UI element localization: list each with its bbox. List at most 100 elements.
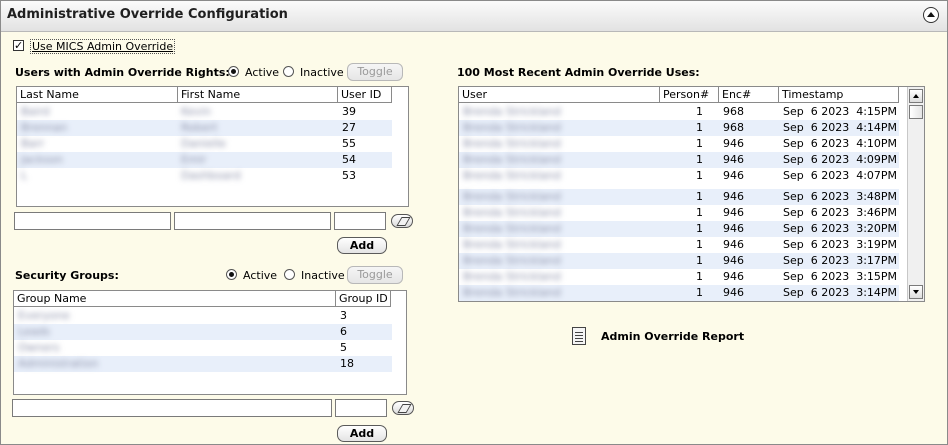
groups-active-label: Active (243, 269, 278, 282)
group-id: 18 (340, 357, 354, 370)
eraser-icon[interactable] (392, 401, 414, 415)
report-icon[interactable] (572, 327, 586, 345)
groups-active-radio[interactable] (226, 269, 237, 280)
recent-person: 1 (696, 238, 703, 251)
groups-name-input[interactable] (12, 399, 332, 417)
recent-timestamp: Sep 6 2023 3:17PM (783, 254, 898, 267)
recent-timestamp: Sep 6 2023 3:46PM (783, 206, 898, 219)
recent-enc: 946 (723, 254, 744, 267)
table-row[interactable]: Everyone 3 (14, 308, 392, 324)
recent-enc: 946 (723, 238, 744, 251)
table-row[interactable]: Brenda Strickland 1 946 Sep 6 2023 3:15PM (459, 269, 899, 285)
recent-timestamp: Sep 6 2023 4:15PM (783, 105, 898, 118)
table-row[interactable]: Barr Danielle 55 (17, 136, 392, 152)
group-name: Leads (18, 325, 51, 338)
groups-inactive-label: Inactive (301, 269, 345, 282)
table-row[interactable]: Administration 18 (14, 356, 392, 372)
recent-timestamp: Sep 6 2023 4:09PM (783, 153, 898, 166)
table-row[interactable]: Baird Kevin 39 (17, 104, 392, 120)
recent-user: Brenda Strickland (463, 222, 561, 235)
recent-user: Brenda Strickland (463, 153, 561, 166)
table-row[interactable]: Jackson Emir 54 (17, 152, 392, 168)
group-id: 3 (340, 309, 347, 322)
recent-person: 1 (696, 105, 703, 118)
recent-timestamp: Sep 6 2023 3:19PM (783, 238, 898, 251)
recent-enc: 946 (723, 169, 744, 182)
recent-user: Brenda Strickland (463, 169, 561, 182)
table-row[interactable]: Brenda Strickland 1 946 Sep 6 2023 4:10PM (459, 136, 899, 152)
table-row[interactable]: Brennan Robert 27 (17, 120, 392, 136)
users-add-button[interactable]: Add (337, 237, 387, 254)
table-row[interactable]: Owners 5 (14, 340, 392, 356)
panel-header: Administrative Override Configuration (1, 1, 947, 32)
recent-col-user[interactable]: User (459, 87, 660, 103)
table-row[interactable]: Brenda Strickland 1 968 Sep 6 2023 4:15PM (459, 104, 899, 120)
table-row[interactable]: Brenda Strickland 1 946 Sep 6 2023 3:46PM (459, 205, 899, 221)
groups-id-input[interactable] (335, 399, 387, 417)
recent-user: Brenda Strickland (463, 105, 561, 118)
table-row[interactable]: Brenda Strickland 1 946 Sep 6 2023 4:09PM (459, 152, 899, 168)
recent-person: 1 (696, 121, 703, 134)
scroll-up-arrow-icon[interactable] (909, 89, 923, 103)
user-id: 54 (342, 153, 356, 166)
groups-col-group-name[interactable]: Group Name (14, 291, 336, 307)
admin-override-checkbox-label[interactable]: Use MICS Admin Override (30, 39, 176, 54)
users-col-last-name[interactable]: Last Name (17, 87, 178, 103)
users-col-first-name[interactable]: First Name (178, 87, 338, 103)
table-row[interactable]: Brenda Strickland 1 946 Sep 6 2023 3:19PM (459, 237, 899, 253)
users-inactive-radio[interactable] (283, 66, 294, 77)
users-user-id-input[interactable] (334, 212, 386, 230)
groups-inactive-radio[interactable] (284, 269, 295, 280)
users-active-radio[interactable] (228, 66, 239, 77)
recent-timestamp: Sep 6 2023 4:10PM (783, 137, 898, 150)
user-last-name: Jackson (21, 153, 63, 166)
admin-override-report-link[interactable]: Admin Override Report (601, 330, 744, 343)
recent-person: 1 (696, 190, 703, 203)
recent-person: 1 (696, 270, 703, 283)
recent-person: 1 (696, 222, 703, 235)
recent-col-enc[interactable]: Enc# (719, 87, 779, 103)
users-toggle-button[interactable]: Toggle (347, 63, 403, 81)
table-row[interactable]: Brenda Strickland 1 946 Sep 6 2023 3:14PM (459, 285, 899, 301)
table-row[interactable]: Brenda Strickland 1 968 Sep 6 2023 4:14PM (459, 120, 899, 136)
recent-scrollbar[interactable] (907, 87, 924, 301)
group-name: Owners (18, 341, 60, 354)
group-id: 6 (340, 325, 347, 338)
users-last-name-input[interactable] (14, 212, 171, 230)
recent-enc: 946 (723, 286, 744, 299)
recent-uses-table[interactable]: User Person# Enc# Timestamp Brenda Stric… (458, 86, 925, 302)
table-row[interactable]: Brenda Strickland 1 946 Sep 6 2023 3:20PM (459, 221, 899, 237)
recent-timestamp: Sep 6 2023 3:15PM (783, 270, 898, 283)
scroll-down-arrow-icon[interactable] (909, 285, 923, 299)
recent-user: Brenda Strickland (463, 286, 561, 299)
collapse-up-icon[interactable] (923, 7, 939, 23)
recent-person: 1 (696, 206, 703, 219)
recent-enc: 946 (723, 270, 744, 283)
table-row[interactable]: L Dashboard 53 (17, 168, 392, 184)
admin-override-checkbox[interactable]: ✓ (13, 40, 24, 51)
user-id: 27 (342, 121, 356, 134)
table-row[interactable]: Brenda Strickland 1 946 Sep 6 2023 4:07PM (459, 168, 899, 184)
recent-enc: 946 (723, 153, 744, 166)
table-row[interactable]: Leads 6 (14, 324, 392, 340)
recent-enc: 946 (723, 222, 744, 235)
user-first-name: Kevin (181, 105, 211, 118)
recent-timestamp: Sep 6 2023 3:48PM (783, 190, 898, 203)
recent-col-person[interactable]: Person# (660, 87, 719, 103)
users-first-name-input[interactable] (174, 212, 331, 230)
security-groups-table[interactable]: Group Name Group ID Everyone 3 Leads 6 O… (13, 290, 407, 395)
groups-col-group-id[interactable]: Group ID (336, 291, 391, 307)
table-row[interactable]: Brenda Strickland 1 946 Sep 6 2023 3:17PM (459, 253, 899, 269)
table-row[interactable]: Brenda Strickland 1 946 Sep 6 2023 3:48PM (459, 189, 899, 205)
users-col-user-id[interactable]: User ID (338, 87, 392, 103)
groups-add-button[interactable]: Add (337, 425, 387, 442)
recent-user: Brenda Strickland (463, 238, 561, 251)
user-last-name: Barr (21, 137, 45, 150)
recent-user: Brenda Strickland (463, 206, 561, 219)
users-table[interactable]: Last Name First Name User ID Baird Kevin… (16, 86, 409, 207)
eraser-icon[interactable] (391, 214, 413, 228)
user-first-name: Danielle (181, 137, 226, 150)
groups-toggle-button[interactable]: Toggle (347, 266, 403, 284)
recent-col-timestamp[interactable]: Timestamp (779, 87, 899, 103)
scroll-thumb[interactable] (909, 105, 923, 119)
